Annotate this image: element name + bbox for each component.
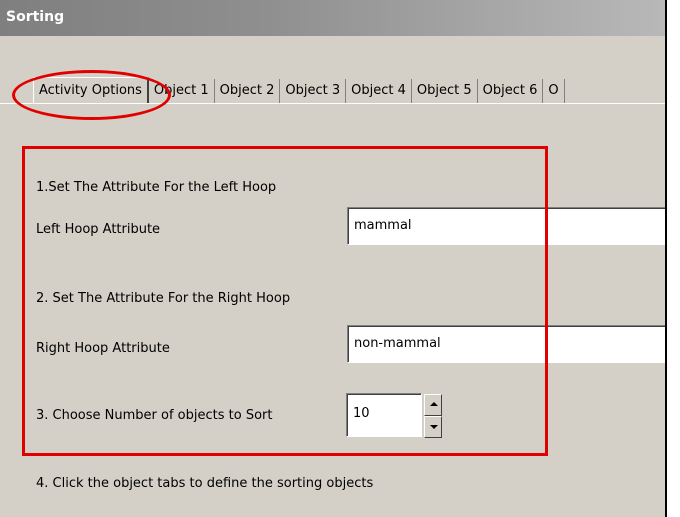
object-count-stepper[interactable] bbox=[424, 394, 442, 438]
tab-object-5[interactable]: Object 5 bbox=[412, 79, 478, 103]
tab-overflow[interactable]: O bbox=[543, 79, 565, 103]
right-hoop-input[interactable]: non-mammal bbox=[347, 325, 665, 363]
tab-activity-options[interactable]: Activity Options bbox=[33, 77, 149, 104]
sorting-window: Sorting Activity Options Object 1 Object… bbox=[0, 0, 667, 517]
step3-label: 3. Choose Number of objects to Sort bbox=[36, 408, 273, 423]
step1-heading: 1.Set The Attribute For the Left Hoop bbox=[36, 180, 277, 195]
left-hoop-label: Left Hoop Attribute bbox=[36, 222, 161, 237]
title-bar: Sorting bbox=[0, 0, 665, 36]
tab-divider bbox=[0, 103, 665, 104]
tab-object-1[interactable]: Object 1 bbox=[149, 79, 215, 103]
tab-object-3[interactable]: Object 3 bbox=[280, 79, 347, 103]
tab-object-4[interactable]: Object 4 bbox=[346, 79, 412, 103]
tab-object-2[interactable]: Object 2 bbox=[215, 79, 281, 103]
right-hoop-label: Right Hoop Attribute bbox=[36, 341, 170, 356]
left-hoop-input[interactable]: mammal bbox=[347, 207, 665, 245]
arrow-down-icon bbox=[430, 425, 438, 429]
window-title: Sorting bbox=[6, 9, 65, 25]
tab-strip: Activity Options Object 1 Object 2 Objec… bbox=[0, 77, 665, 104]
stepper-up-button[interactable] bbox=[424, 394, 442, 416]
step4-instruction: 4. Click the object tabs to define the s… bbox=[36, 476, 374, 491]
stepper-down-button[interactable] bbox=[424, 416, 442, 438]
object-count-input[interactable]: 10 bbox=[346, 393, 422, 437]
step2-heading: 2. Set The Attribute For the Right Hoop bbox=[36, 291, 291, 306]
arrow-up-icon bbox=[430, 402, 438, 406]
tab-object-6[interactable]: Object 6 bbox=[478, 79, 544, 103]
